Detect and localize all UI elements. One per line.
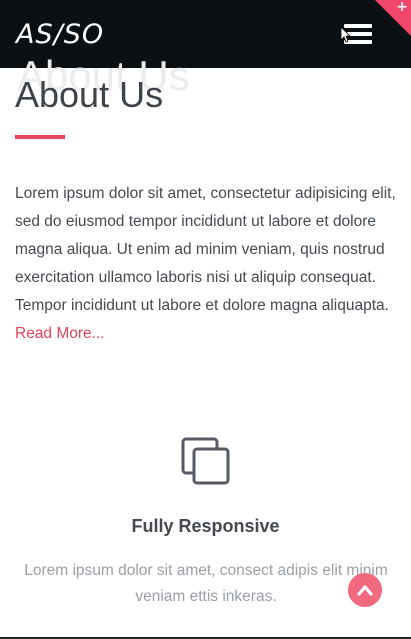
feature-title: Fully Responsive <box>131 516 280 536</box>
site-logo[interactable]: AS/SO <box>16 19 104 50</box>
scroll-to-top-button[interactable] <box>348 573 382 607</box>
about-paragraph: Lorem ipsum dolor sit amet, consectetur … <box>15 180 397 348</box>
title-underline <box>15 135 65 139</box>
read-more-link[interactable]: Read More... <box>15 325 105 342</box>
mouse-cursor-icon <box>341 27 351 43</box>
corner-ribbon[interactable]: + <box>375 0 411 36</box>
about-body-text: Lorem ipsum dolor sit amet, consectetur … <box>15 185 396 314</box>
page-title: About Us <box>15 74 164 115</box>
copy-icon <box>181 437 230 485</box>
feature-description: Lorem ipsum dolor sit amet, consect adip… <box>24 562 388 605</box>
chevron-up-icon <box>357 585 373 596</box>
plus-icon: + <box>396 0 408 15</box>
